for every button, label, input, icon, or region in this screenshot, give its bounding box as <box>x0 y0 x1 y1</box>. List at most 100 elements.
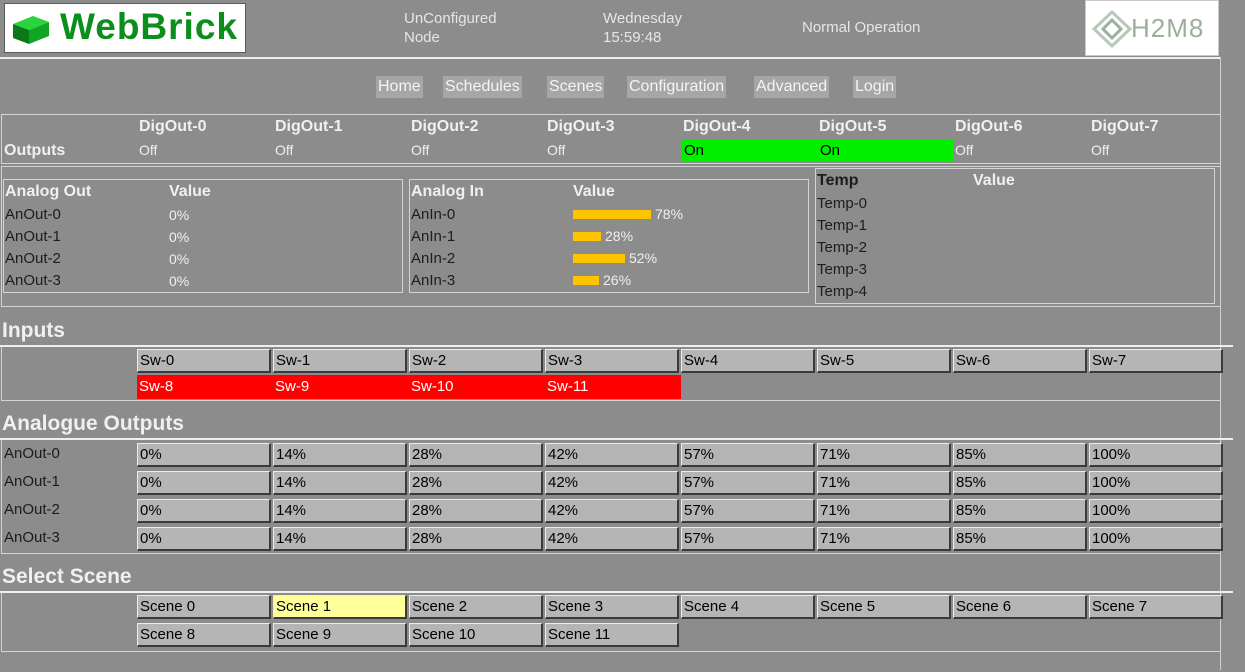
clock: Wednesday 15:59:48 <box>603 9 682 47</box>
scene-button[interactable]: Scene 3 <box>545 595 679 619</box>
analogue-level-button[interactable]: 57% <box>681 527 815 551</box>
digout-state[interactable]: Off <box>139 142 157 158</box>
analogue-level-button[interactable]: 14% <box>273 443 407 467</box>
digout-state[interactable]: Off <box>411 142 429 158</box>
outputs-label: Outputs <box>4 142 66 159</box>
switch-active[interactable]: Sw-10 <box>409 375 545 399</box>
scene-button[interactable]: Scene 4 <box>681 595 815 619</box>
analogue-level-button[interactable]: 28% <box>409 471 543 495</box>
nav-scenes[interactable]: Scenes <box>547 76 605 98</box>
analogue-level-button[interactable]: 14% <box>273 527 407 551</box>
temp-name: Temp-2 <box>817 239 868 256</box>
analog-in-name: AnIn-1 <box>411 228 456 245</box>
analog-in-name: AnIn-2 <box>411 250 456 267</box>
digout-state[interactable]: Off <box>1091 142 1109 158</box>
switch-button[interactable]: Sw-0 <box>137 349 271 373</box>
analogue-level-button[interactable]: 85% <box>953 471 1087 495</box>
digout-state[interactable]: Off <box>547 142 565 158</box>
analogue-level-button[interactable]: 57% <box>681 471 815 495</box>
analogue-level-button[interactable]: 100% <box>1089 471 1223 495</box>
analog-in-level-bar <box>573 232 601 241</box>
nav-home[interactable]: Home <box>376 76 423 98</box>
analogue-level-button[interactable]: 71% <box>817 499 951 523</box>
analogue-level-button[interactable]: 42% <box>545 499 679 523</box>
scene-button[interactable]: Scene 11 <box>545 623 679 647</box>
switch-button[interactable]: Sw-1 <box>273 349 407 373</box>
switch-button[interactable]: Sw-6 <box>953 349 1087 373</box>
nav-configuration[interactable]: Configuration <box>627 76 727 98</box>
digout-name: DigOut-6 <box>955 118 1023 135</box>
scene-button[interactable]: Scene 8 <box>137 623 271 647</box>
nav-advanced[interactable]: Advanced <box>754 76 830 98</box>
digout-name: DigOut-7 <box>1091 118 1159 135</box>
temp-name: Temp-3 <box>817 261 868 278</box>
analogue-level-button[interactable]: 71% <box>817 443 951 467</box>
digout-state-on[interactable]: On <box>818 140 954 162</box>
analogue-level-button[interactable]: 85% <box>953 527 1087 551</box>
analogue-level-button[interactable]: 42% <box>545 443 679 467</box>
switch-button[interactable]: Sw-5 <box>817 349 951 373</box>
analogue-level-button[interactable]: 42% <box>545 471 679 495</box>
analogue-level-button[interactable]: 71% <box>817 527 951 551</box>
nav-login[interactable]: Login <box>853 76 897 98</box>
analog-out-value: 0% <box>169 207 190 223</box>
analogue-level-button[interactable]: 100% <box>1089 527 1223 551</box>
switch-active[interactable]: Sw-11 <box>545 375 681 399</box>
analogue-level-button[interactable]: 0% <box>137 471 271 495</box>
analog-out-value: 0% <box>169 229 190 245</box>
analog-in-level-bar <box>573 254 625 263</box>
analogue-level-button[interactable]: 71% <box>817 471 951 495</box>
switch-button[interactable]: Sw-4 <box>681 349 815 373</box>
analogue-level-button[interactable]: 57% <box>681 499 815 523</box>
analogue-level-button[interactable]: 85% <box>953 443 1087 467</box>
scene-button[interactable]: Scene 6 <box>953 595 1087 619</box>
switch-button[interactable]: Sw-2 <box>409 349 543 373</box>
digout-state[interactable]: Off <box>275 142 293 158</box>
analog-in-level-bar <box>573 276 599 285</box>
analogue-level-button[interactable]: 85% <box>953 499 1087 523</box>
switch-active[interactable]: Sw-9 <box>273 375 409 399</box>
scene-button[interactable]: Scene 10 <box>409 623 543 647</box>
scene-button[interactable]: Scene 9 <box>273 623 407 647</box>
h2m8-logo: H2M8 <box>1085 0 1219 56</box>
inputs-title: Inputs <box>2 319 65 342</box>
status-text: Normal Operation <box>802 19 921 36</box>
digout-name: DigOut-0 <box>139 118 207 135</box>
analog-in-name: AnIn-3 <box>411 272 456 289</box>
scene-button[interactable]: Scene 2 <box>409 595 543 619</box>
scene-button[interactable]: Scene 5 <box>817 595 951 619</box>
brick-icon <box>13 16 49 44</box>
temp-value-header: Value <box>973 172 1015 189</box>
switch-button[interactable]: Sw-7 <box>1089 349 1223 373</box>
analogue-level-button[interactable]: 100% <box>1089 443 1223 467</box>
analogue-level-button[interactable]: 28% <box>409 443 543 467</box>
digout-state[interactable]: Off <box>955 142 973 158</box>
scene-button-selected[interactable]: Scene 1 <box>273 595 407 619</box>
analogue-level-button[interactable]: 0% <box>137 527 271 551</box>
analog-in-value: 52% <box>629 250 658 266</box>
analog-in-value: 78% <box>655 206 684 222</box>
time-label: 15:59:48 <box>603 29 662 46</box>
nav-schedules[interactable]: Schedules <box>443 76 522 98</box>
node-name: UnConfigured Node <box>404 10 497 46</box>
analogue-level-button[interactable]: 14% <box>273 499 407 523</box>
analogue-level-button[interactable]: 14% <box>273 471 407 495</box>
analogue-level-button[interactable]: 42% <box>545 527 679 551</box>
analogue-level-button[interactable]: 100% <box>1089 499 1223 523</box>
analogue-level-button[interactable]: 0% <box>137 443 271 467</box>
analog-in-name: AnIn-0 <box>411 206 456 223</box>
scene-button[interactable]: Scene 0 <box>137 595 271 619</box>
digout-state-on[interactable]: On <box>682 140 818 162</box>
analogue-level-button[interactable]: 0% <box>137 499 271 523</box>
analogue-level-button[interactable]: 28% <box>409 527 543 551</box>
temp-name: Temp-4 <box>817 283 868 300</box>
switch-button[interactable]: Sw-3 <box>545 349 679 373</box>
analog-out-value: 0% <box>169 251 190 267</box>
analog-in-level-bar <box>573 210 651 219</box>
analogue-level-button[interactable]: 28% <box>409 499 543 523</box>
analog-in-header: Analog In <box>411 183 484 200</box>
switch-active[interactable]: Sw-8 <box>137 375 273 399</box>
analogue-level-button[interactable]: 57% <box>681 443 815 467</box>
scene-button[interactable]: Scene 7 <box>1089 595 1223 619</box>
analog-out-header: Analog Out <box>5 183 92 200</box>
